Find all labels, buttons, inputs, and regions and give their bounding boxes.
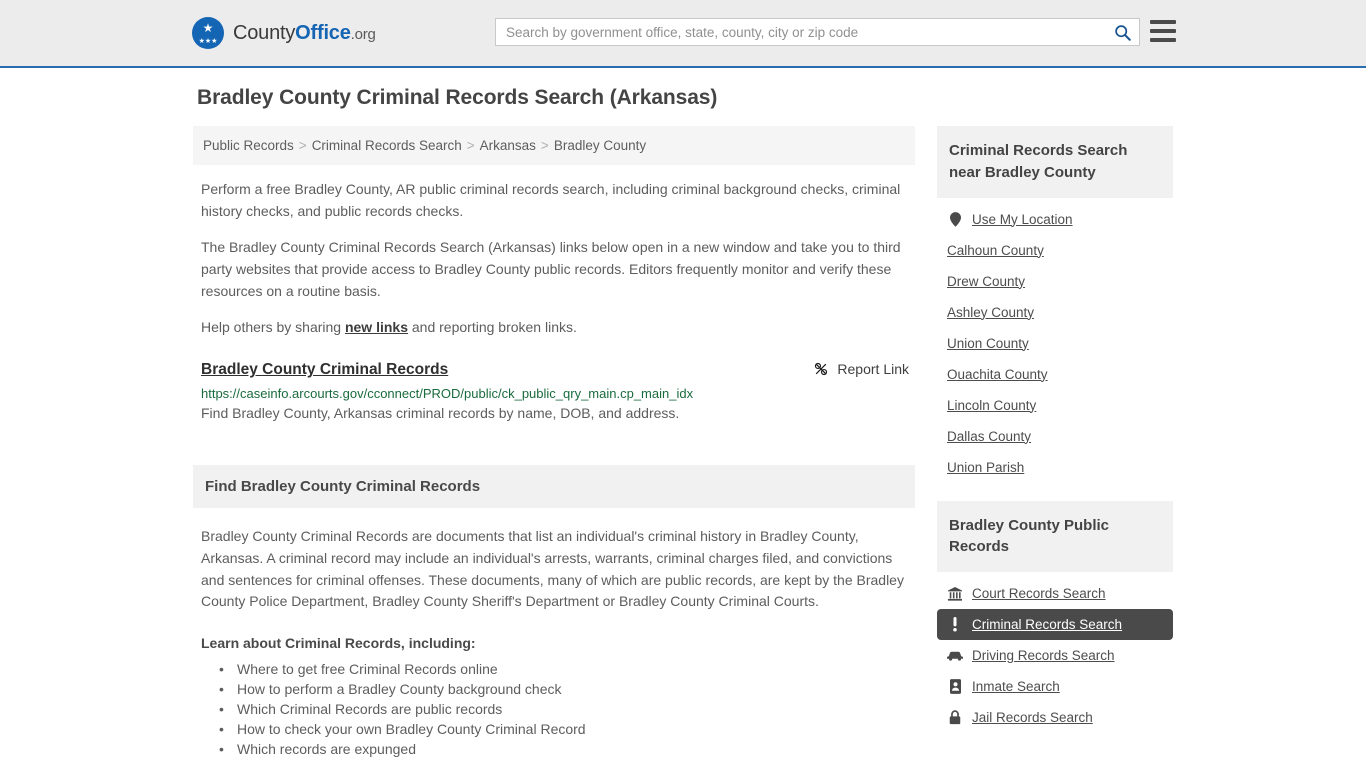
list-item: How to perform a Bradley County backgrou… <box>219 679 907 699</box>
sidebar-nearby-heading: Criminal Records Search near Bradley Cou… <box>937 126 1173 198</box>
section-paragraph: Bradley County Criminal Records are docu… <box>201 528 904 610</box>
hamburger-bar <box>1150 38 1176 42</box>
result-title-link[interactable]: Bradley County Criminal Records <box>201 361 448 379</box>
sidebar-item-label: Drew County <box>947 273 1026 289</box>
sidebar-item-court-records-search[interactable]: Court Records Search <box>937 578 1173 609</box>
search-bar[interactable] <box>495 18 1140 46</box>
sidebar-item-use-my-location[interactable]: Use My Location <box>937 204 1173 235</box>
hamburger-bar <box>1150 29 1176 33</box>
list-item: How to check your own Bradley County Cri… <box>219 719 907 739</box>
search-input[interactable] <box>496 24 1110 40</box>
breadcrumb-item-public-records[interactable]: Public Records <box>203 138 294 153</box>
sidebar-item-union-county[interactable]: Union County <box>937 328 1173 359</box>
intro-paragraph-3: Help others by sharing new links and rep… <box>201 317 915 339</box>
hamburger-bar <box>1150 20 1176 24</box>
site-header: ★ ★★★ CountyOffice.org <box>0 0 1366 68</box>
sidebar-item-calhoun-county[interactable]: Calhoun County <box>937 235 1173 266</box>
breadcrumb: Public Records > Criminal Records Search > A… <box>193 126 915 165</box>
intro-paragraph-2: The Bradley County Criminal Records Sear… <box>201 239 901 299</box>
learn-about-label: Learn about Criminal Records, including: <box>201 634 476 651</box>
breadcrumb-item-arkansas[interactable]: Arkansas <box>480 138 536 153</box>
list-item: Which Criminal Records are public record… <box>219 699 907 719</box>
sidebar-item-union-parish[interactable]: Union Parish <box>937 452 1173 483</box>
brand-part-county: County <box>233 21 296 44</box>
car-icon <box>947 650 963 661</box>
sidebar-item-label: Ashley County <box>947 304 1035 320</box>
report-link-label: Report Link <box>837 361 909 378</box>
sidebar-item-criminal-records-search[interactable]: Criminal Records Search <box>937 609 1173 640</box>
breadcrumb-separator: > <box>540 138 549 153</box>
sidebar-item-label: Calhoun County <box>947 242 1044 258</box>
sidebar-item-drew-county[interactable]: Drew County <box>937 266 1173 297</box>
sidebar-item-ouachita-county[interactable]: Ouachita County <box>937 359 1173 390</box>
sidebar-item-jail-records-search[interactable]: Jail Records Search <box>937 702 1173 733</box>
breadcrumb-item-criminal-records-search[interactable]: Criminal Records Search <box>312 138 462 153</box>
section-heading: Find Bradley County Criminal Records <box>193 465 915 509</box>
site-logo-link[interactable]: ★ ★★★ CountyOffice.org <box>192 17 376 49</box>
brand-part-office: Office <box>295 21 351 44</box>
broken-link-icon <box>815 363 828 376</box>
sidebar-item-label: Jail Records Search <box>972 710 1093 725</box>
sidebar-item-label: Court Records Search <box>972 586 1106 601</box>
sidebar-item-dallas-county[interactable]: Dallas County <box>937 421 1173 452</box>
sidebar-item-label: Inmate Search <box>972 679 1060 694</box>
list-item: Which records are expunged <box>219 739 907 759</box>
breadcrumb-separator: > <box>298 138 307 153</box>
page-title: Bradley County Criminal Records Search (… <box>197 86 718 109</box>
result-description: Find Bradley County, Arkansas criminal r… <box>201 405 680 422</box>
brand-text: CountyOffice.org <box>233 22 376 45</box>
sidebar-public-records-list: Court Records Search Criminal Records Se… <box>937 572 1173 733</box>
sidebar-nearby-list: Use My Location Calhoun County Drew Coun… <box>937 198 1173 483</box>
learn-about-list: Where to get free Criminal Records onlin… <box>201 659 907 759</box>
id-badge-icon <box>947 679 963 694</box>
sidebar-item-label: Ouachita County <box>947 366 1048 382</box>
brand-part-org: .org <box>350 25 376 43</box>
report-link-button[interactable]: Report Link <box>813 361 909 377</box>
result-url: https://caseinfo.arcourts.gov/cconnect/P… <box>201 386 694 402</box>
share-text-before: Help others by sharing <box>201 319 345 336</box>
intro-paragraph-1: Perform a free Bradley County, AR public… <box>201 181 901 219</box>
logo-stars: ★★★ <box>198 38 218 45</box>
lock-icon <box>947 710 963 725</box>
main-content: Public Records > Criminal Records Search > A… <box>193 126 915 759</box>
sidebar-item-driving-records-search[interactable]: Driving Records Search <box>937 640 1173 671</box>
list-item: Where to get free Criminal Records onlin… <box>219 659 907 679</box>
sidebar-item-label: Union County <box>947 335 1029 351</box>
breadcrumb-item-bradley-county[interactable]: Bradley County <box>554 138 646 153</box>
sidebar-item-label: Lincoln County <box>947 397 1037 413</box>
map-pin-icon <box>947 211 963 227</box>
sidebar-item-label: Dallas County <box>947 428 1032 444</box>
page-container: Bradley County Criminal Records Search (… <box>0 68 1366 759</box>
breadcrumb-separator: > <box>466 138 475 153</box>
share-text-after: and reporting broken links. <box>408 319 577 336</box>
sidebar-public-records-heading: Bradley County Public Records <box>937 500 1173 572</box>
sidebar-item-label: Use My Location <box>972 211 1073 227</box>
sidebar: Criminal Records Search near Bradley Cou… <box>937 126 1173 733</box>
new-links-link[interactable]: new links <box>345 319 408 335</box>
search-button[interactable] <box>1110 24 1139 41</box>
sidebar-item-inmate-search[interactable]: Inmate Search <box>937 671 1173 702</box>
exclamation-icon <box>947 617 963 632</box>
sidebar-item-label: Union Parish <box>947 459 1025 475</box>
search-icon <box>1115 24 1131 41</box>
sidebar-item-label: Criminal Records Search <box>972 617 1123 632</box>
eagle-shield-logo-icon: ★ ★★★ <box>192 17 224 49</box>
sidebar-item-ashley-county[interactable]: Ashley County <box>937 297 1173 328</box>
sidebar-item-lincoln-county[interactable]: Lincoln County <box>937 390 1173 421</box>
result-item: Bradley County Criminal Records Report L… <box>201 361 915 421</box>
sidebar-item-label: Driving Records Search <box>972 648 1115 663</box>
section-body: Bradley County Criminal Records are docu… <box>193 526 915 759</box>
hamburger-menu-icon[interactable] <box>1150 20 1176 42</box>
courthouse-icon <box>947 586 963 601</box>
